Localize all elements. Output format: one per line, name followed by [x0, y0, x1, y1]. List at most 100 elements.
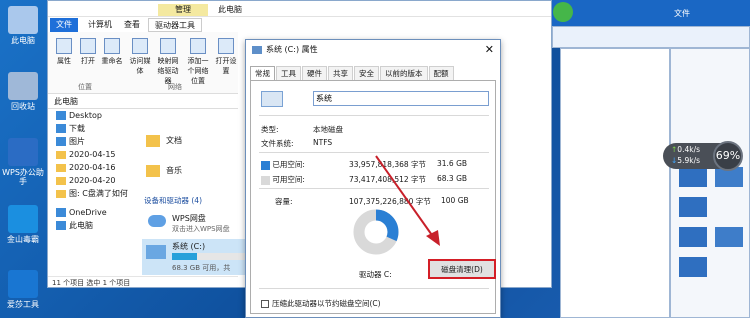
- upload-speed: ↑0.4k/s: [671, 145, 700, 154]
- tab-sharing[interactable]: 共享: [328, 66, 353, 80]
- tab-general[interactable]: 常规: [250, 66, 275, 81]
- address-text: 此电脑: [54, 97, 78, 106]
- rename-button[interactable]: 重命名: [100, 38, 124, 66]
- nav-item[interactable]: 2020-04-20: [48, 174, 128, 187]
- access-media-button[interactable]: 访问媒体: [128, 38, 152, 76]
- used-swatch: [261, 160, 270, 170]
- desktop-icon-label: 金山毒霸: [7, 235, 39, 244]
- separator: [259, 115, 489, 116]
- dialog-tabs: 常规 工具 硬件 共享 安全 以前的版本 配额: [250, 66, 455, 81]
- right-window-title: 文件: [674, 9, 690, 18]
- thumbnail[interactable]: [679, 227, 707, 247]
- nav-item[interactable]: OneDrive: [48, 206, 128, 219]
- content-pane: 文档 音乐 设备和驱动器 (4) WPS网盘 双击进入WPS网盘 系统 (C:)…: [140, 109, 292, 277]
- folder-item[interactable]: 文档: [146, 131, 182, 151]
- drive-free-text: 68.3 GB 可用，共: [172, 264, 231, 272]
- media-icon: [132, 38, 148, 54]
- tab-drive-tools[interactable]: 驱动器工具: [148, 18, 202, 32]
- desktop-icon-duba[interactable]: 金山毒霸: [2, 205, 44, 244]
- right-window-titlebar: 文件: [545, 0, 750, 26]
- compress-checkbox[interactable]: [261, 300, 269, 308]
- free-swatch: [261, 175, 270, 185]
- capacity-label: 容量:: [275, 197, 293, 206]
- arrow-line: [375, 155, 435, 239]
- folder-icon: [56, 189, 66, 198]
- thumbnail[interactable]: [715, 227, 743, 247]
- arrow-head: [426, 230, 440, 246]
- network-drive-icon: [160, 38, 176, 54]
- desktop-folder-icon: [56, 111, 66, 120]
- free-row: 可用空间:: [261, 174, 305, 185]
- thumbnail[interactable]: [679, 197, 707, 217]
- desktop-icon-this-pc[interactable]: 此电脑: [2, 6, 44, 45]
- computer-icon: [56, 221, 66, 230]
- tab-security[interactable]: 安全: [354, 66, 379, 80]
- desktop-icon-recycle-bin[interactable]: 回收站: [2, 72, 44, 111]
- volume-name-input[interactable]: [313, 91, 489, 106]
- desktop-icon-wps[interactable]: WPS办公助手: [2, 138, 44, 186]
- checkmark-icon: [56, 38, 72, 54]
- group-label: 位置: [78, 83, 92, 91]
- wps-drive-name: WPS网盘: [172, 214, 206, 223]
- open-settings-button[interactable]: 打开设置: [214, 38, 238, 76]
- network-location-icon: [190, 38, 206, 54]
- filesystem-label: 文件系统:: [261, 139, 294, 148]
- cloud-icon: [148, 215, 166, 227]
- tool-icon: [8, 270, 38, 298]
- nav-item-label: 2020-04-16: [69, 163, 116, 172]
- context-tab-label[interactable]: 管理: [158, 4, 208, 16]
- type-label: 类型:: [261, 125, 279, 134]
- button-label: 打开设置: [215, 57, 237, 75]
- nav-item-label: 此电脑: [69, 221, 93, 230]
- button-label: 打开: [81, 57, 95, 65]
- map-drive-button[interactable]: 映射网络驱动器: [156, 38, 180, 86]
- nav-item[interactable]: 下载: [48, 122, 128, 135]
- gear-icon: [218, 38, 234, 54]
- nav-item[interactable]: 2020-04-16: [48, 161, 128, 174]
- tab-hardware[interactable]: 硬件: [302, 66, 327, 80]
- tab-file[interactable]: 文件: [50, 18, 78, 32]
- tab-computer[interactable]: 计算机: [82, 18, 118, 32]
- separator: [259, 288, 489, 289]
- ribbon: 属性 打开 重命名 访问媒体 映射网络驱动器 添加一个网络位置 打开设置 位置 …: [48, 32, 238, 94]
- music-folder-icon: [146, 164, 160, 177]
- memory-percent: 69%: [713, 141, 743, 171]
- onedrive-icon: [56, 208, 66, 217]
- properties-button[interactable]: 属性: [52, 38, 76, 66]
- section-header[interactable]: 设备和驱动器 (4): [144, 195, 202, 206]
- address-bar[interactable]: 此电脑: [48, 95, 238, 109]
- recycle-bin-icon: [8, 72, 38, 100]
- download-speed: ↓5.9k/s: [671, 156, 700, 165]
- computer-icon: [8, 6, 38, 34]
- nav-item[interactable]: Desktop: [48, 109, 128, 122]
- compress-row: 压缩此驱动器以节约磁盘空间(C): [261, 298, 381, 309]
- nav-item[interactable]: 2020-04-15: [48, 148, 128, 161]
- nav-item[interactable]: 图片: [48, 135, 128, 148]
- tab-previous-versions[interactable]: 以前的版本: [380, 66, 428, 80]
- drive-usage-fill: [172, 253, 198, 260]
- folder-item[interactable]: 音乐: [146, 161, 182, 181]
- download-icon: [56, 124, 66, 133]
- rename-icon: [104, 38, 120, 54]
- open-button[interactable]: 打开: [76, 38, 100, 66]
- annotation-arrow: [375, 155, 440, 246]
- right-window-toolbar: [552, 26, 750, 48]
- network-speed-widget[interactable]: ↑0.4k/s ↓5.9k/s 69%: [663, 141, 745, 171]
- folder-label: 音乐: [166, 166, 182, 175]
- pictures-icon: [56, 137, 66, 146]
- wps-icon: [8, 138, 38, 166]
- close-icon[interactable]: ✕: [485, 40, 494, 60]
- wps-drive-desc: 双击进入WPS网盘: [172, 225, 230, 233]
- nav-item[interactable]: 图: C盘满了如何: [48, 187, 128, 200]
- tab-view[interactable]: 查看: [118, 18, 146, 32]
- desktop-icon-label: 回收站: [11, 102, 35, 111]
- desktop-icon-tool[interactable]: 爱莎工具: [2, 270, 44, 309]
- right-window-panel: [560, 48, 670, 318]
- tab-tools[interactable]: 工具: [276, 66, 301, 80]
- add-location-button[interactable]: 添加一个网络位置: [186, 38, 210, 86]
- nav-item[interactable]: 此电脑: [48, 219, 128, 232]
- nav-item-label: 下载: [69, 124, 85, 133]
- tab-quota[interactable]: 配额: [428, 66, 454, 80]
- thumbnail[interactable]: [679, 257, 707, 277]
- disk-cleanup-button[interactable]: 磁盘清理(D): [428, 259, 496, 279]
